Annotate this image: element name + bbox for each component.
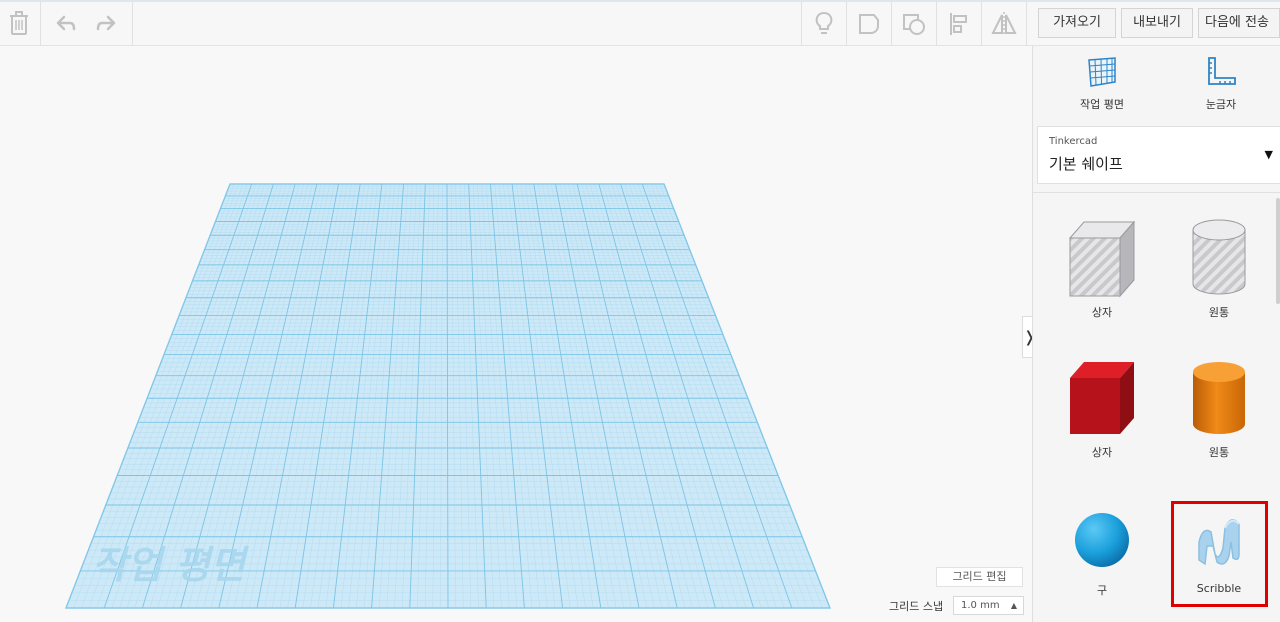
toolbar-divider	[936, 2, 937, 46]
toolbar-divider	[132, 2, 133, 46]
box-icon	[1070, 362, 1134, 434]
redo-icon[interactable]	[90, 6, 124, 42]
align-icon[interactable]	[942, 6, 976, 42]
mirror-icon[interactable]	[987, 6, 1021, 42]
box-hole-icon	[1068, 220, 1136, 298]
ruler-tool[interactable]: 눈금자	[1176, 54, 1266, 112]
undo-icon[interactable]	[48, 6, 82, 42]
shape-box[interactable]: 상자	[1047, 358, 1157, 460]
cylinder-icon	[1193, 362, 1245, 434]
shape-library-select[interactable]: Tinkercad 기본 쉐이프 ▼	[1037, 126, 1280, 184]
toolbar-divider	[801, 2, 802, 46]
workspace-viewport[interactable]: 작업 평면 그리드 편집 그리드 스냅 1.0 mm ▲	[0, 46, 1032, 622]
workplane-grid[interactable]: 작업 평면	[0, 46, 1032, 622]
sphere-icon	[1075, 513, 1129, 567]
group-icon[interactable]	[897, 6, 931, 42]
send-to-button[interactable]: 다음에 전송	[1198, 8, 1280, 38]
workplane-icon	[1088, 57, 1116, 87]
shape-cylinder-hole[interactable]: 원통	[1164, 216, 1274, 320]
ruler-icon	[1208, 57, 1236, 85]
shape-label: 상자	[1091, 306, 1113, 319]
toolbar-divider	[40, 2, 41, 46]
caret-down-icon: ▼	[1264, 148, 1273, 161]
workplane-watermark: 작업 평면	[92, 543, 249, 587]
cylinder-hole-icon	[1192, 219, 1246, 295]
workplane-tool-label: 작업 평면	[1080, 98, 1124, 111]
toolbar-divider	[981, 2, 982, 46]
shape-sphere[interactable]: 구	[1047, 502, 1157, 598]
shape-box-hole[interactable]: 상자	[1047, 216, 1157, 320]
toolbar-divider	[1026, 2, 1027, 46]
toolbar-divider	[891, 2, 892, 46]
shapes-panel: 작업 평면 눈금자 Tinkercad 기본 쉐이프 ▼ 상자 원통 상자 원통…	[1032, 46, 1280, 622]
grid-snap-label: 그리드 스냅	[889, 600, 944, 613]
grid-snap-select[interactable]: 1.0 mm ▲	[953, 596, 1024, 615]
import-button[interactable]: 가져오기	[1038, 8, 1116, 38]
top-toolbar: 가져오기 내보내기 다음에 전송	[0, 0, 1280, 46]
panel-divider	[1033, 192, 1280, 193]
scribble-highlight-box	[1171, 501, 1268, 607]
lightbulb-icon[interactable]	[807, 6, 841, 42]
export-button[interactable]: 내보내기	[1121, 8, 1193, 38]
shape-label: 원통	[1208, 446, 1230, 459]
shape-label: 원통	[1208, 306, 1230, 319]
workplane-tool[interactable]: 작업 평면	[1057, 54, 1147, 112]
library-name: 기본 쉐이프	[1049, 155, 1123, 173]
note-icon[interactable]	[852, 6, 886, 42]
grid-edit-button[interactable]: 그리드 편집	[936, 567, 1023, 587]
shape-label: 상자	[1091, 446, 1113, 459]
caret-up-icon: ▲	[1010, 601, 1017, 610]
ruler-tool-label: 눈금자	[1205, 98, 1237, 111]
grid-snap-value: 1.0 mm	[961, 600, 1000, 611]
shape-cylinder[interactable]: 원통	[1164, 358, 1274, 460]
panel-scrollbar[interactable]	[1276, 198, 1280, 304]
shape-label: 구	[1096, 584, 1108, 597]
library-brand: Tinkercad	[1049, 136, 1098, 147]
trash-icon[interactable]	[2, 6, 36, 42]
toolbar-divider	[846, 2, 847, 46]
